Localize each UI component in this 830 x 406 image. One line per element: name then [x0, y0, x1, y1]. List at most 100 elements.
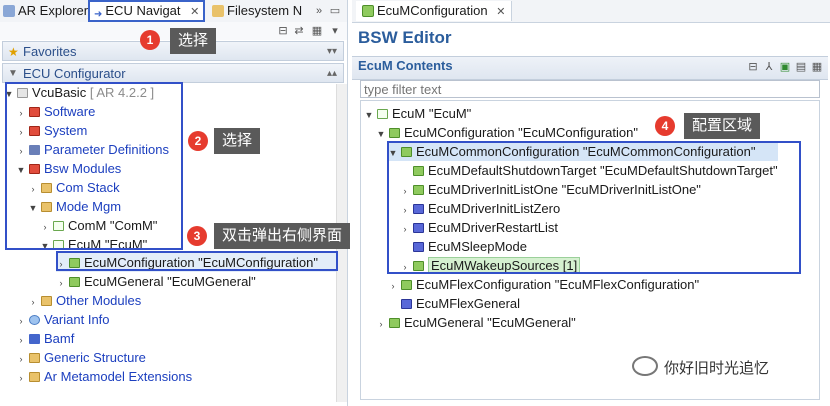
collapse-all-icon[interactable]: ⊟ [276, 24, 290, 38]
ar-explorer-icon [3, 5, 15, 17]
ecum-contents-title: EcuM Contents [358, 58, 453, 73]
tree-node-driver-init-list-one[interactable]: › EcuMDriverInitListOne "EcuMDriverInitLi… [400, 180, 701, 199]
bsw-editor-title: BSW Editor [358, 28, 452, 47]
star-icon: ★ [8, 45, 19, 59]
tree-node-vcubasic[interactable]: ▼ VcuBasic [ AR 4.2.2 ] [4, 83, 155, 102]
tree-node-sleep-mode[interactable]: EcuMSleepMode [400, 237, 527, 256]
filter-input[interactable] [360, 80, 820, 98]
expanded-icon: ▼ [4, 89, 14, 99]
ar-project-icon [17, 88, 28, 98]
annotation-badge-1: 1 [140, 30, 160, 50]
sort-icon[interactable]: ⅄ [762, 60, 776, 74]
watermark-text: 你好旧时光追忆 [664, 360, 770, 377]
container-icon [401, 280, 412, 290]
module-icon [377, 109, 388, 119]
tree-node-bsw-modules[interactable]: ▼ Bsw Modules [16, 159, 122, 178]
module-icon [53, 221, 64, 231]
tab-ar-explorer[interactable]: AR Explorer [3, 1, 88, 21]
tree-node-generic-structure[interactable]: › Generic Structure [16, 348, 146, 367]
tree-node-wakeup-sources[interactable]: › EcuMWakeupSources [1] [400, 256, 581, 275]
annotation-badge-4: 4 [655, 116, 675, 136]
annotation-tip-4: 配置区域 [684, 113, 761, 139]
expanded-icon: ▼ [40, 241, 50, 251]
annotation-badge-3: 3 [187, 226, 207, 246]
tree-node-system[interactable]: › System [16, 121, 88, 140]
software-icon [29, 107, 40, 117]
wechat-icon [632, 356, 658, 376]
chevron-down-icon: ▾▾ [326, 46, 337, 57]
tree-node-com-stack[interactable]: › Com Stack [28, 178, 120, 197]
tree-node-comm[interactable]: › ComM "ComM" [40, 216, 158, 235]
tree-node-ecum[interactable]: ▼ EcuM "EcuM" [40, 235, 148, 254]
container-icon [413, 185, 424, 195]
filter-icon[interactable]: ▤ [794, 60, 808, 74]
tree-node-default-shutdown-target[interactable]: EcuMDefaultShutdownTarget "EcuMDefaultSh… [400, 161, 778, 180]
tree-node-ecum-general[interactable]: › EcuMGeneral "EcuMGeneral" [376, 313, 576, 332]
tree-node-ecum-general[interactable]: › EcuMGeneral "EcuMGeneral" [56, 272, 256, 291]
annotation-tip-3: 双击弹出右侧界面 [214, 223, 351, 249]
tab-ecu-navigator[interactable]: ➜ ECU Navigat ✕ [88, 0, 206, 22]
tree-node-variant-info[interactable]: › Variant Info [16, 310, 110, 329]
tree-node-ecum-configuration[interactable]: › EcuMConfiguration "EcuMConfiguration" [56, 253, 336, 272]
folder-icon [29, 353, 40, 363]
tree-node-bamf[interactable]: › Bamf [16, 329, 75, 348]
container-icon [413, 261, 424, 271]
annotation-tip-1: 选择 [170, 28, 217, 54]
tree-node-ar-metamodel-extensions[interactable]: › Ar Metamodel Extensions [16, 367, 193, 386]
collapse-all-icon[interactable]: ⊟ [746, 60, 760, 74]
tab-ecum-configuration[interactable]: EcuMConfiguration ✕ [356, 1, 513, 21]
tree-node-driver-restart-list[interactable]: › EcuMDriverRestartList [400, 218, 559, 237]
container-def-icon [413, 204, 424, 214]
container-def-icon [413, 242, 424, 252]
editor-tab-bar: EcuMConfiguration ✕ [352, 0, 830, 23]
bamf-icon [29, 334, 40, 344]
link-editor-icon[interactable]: ⇄ [292, 24, 306, 38]
expanded-icon: ▼ [28, 203, 38, 213]
tree-node-flex-configuration[interactable]: › EcuMFlexConfiguration "EcuMFlexConfigur… [388, 275, 700, 294]
container-def-icon [413, 223, 424, 233]
view-menu-icon[interactable]: ▦ [310, 24, 324, 38]
container-icon [413, 166, 424, 176]
variant-info-icon [29, 315, 40, 325]
folder-icon [41, 202, 52, 212]
tree-node-ecum-common-configuration[interactable]: ▼ EcuMCommonConfiguration "EcuMCommonConf… [388, 142, 778, 161]
folder-icon [41, 183, 52, 193]
chevron-up-icon: ▴▴ [326, 68, 337, 79]
validate-icon[interactable]: ▣ [778, 60, 792, 74]
left-tab-bar: AR Explorer ➜ ECU Navigat ✕ Filesystem N … [0, 0, 347, 23]
container-icon [401, 147, 412, 157]
module-icon [53, 240, 64, 250]
tree-node-software[interactable]: › Software [16, 102, 96, 121]
container-icon [69, 258, 80, 268]
ecu-configurator-section[interactable]: ▼ ECU Configurator ▴▴ [2, 63, 344, 83]
annotation-badge-2: 2 [188, 131, 208, 151]
view-menu-chevron-icon[interactable]: » [312, 4, 326, 18]
filesystem-icon [212, 5, 224, 17]
tree-node-other-modules[interactable]: › Other Modules [28, 291, 142, 310]
tree-node-mode-mgm[interactable]: ▼ Mode Mgm [28, 197, 122, 216]
minimize-icon[interactable]: ▭ [328, 4, 342, 18]
tree-node-flex-general[interactable]: EcuMFlexGeneral [388, 294, 520, 313]
dropdown-icon[interactable]: ▾ [328, 24, 342, 38]
expanded-icon: ▼ [16, 165, 26, 175]
expanded-icon: ▼ [388, 148, 398, 158]
parameter-definitions-icon [29, 145, 40, 155]
collapsed-icon: › [379, 319, 383, 329]
chevron-down-icon: ▼ [8, 68, 18, 79]
annotation-tip-2: 选择 [214, 128, 261, 154]
tab-filesystem-navigator[interactable]: Filesystem N [212, 1, 302, 21]
container-icon [389, 318, 400, 328]
close-icon[interactable]: ✕ [190, 6, 199, 18]
collapsed-icon: › [19, 373, 23, 383]
menu-icon[interactable]: ▦ [810, 60, 824, 74]
close-icon[interactable]: ✕ [496, 6, 505, 18]
expanded-icon: ▼ [364, 110, 374, 120]
tree-node-driver-init-list-zero[interactable]: › EcuMDriverInitListZero [400, 199, 561, 218]
container-def-icon [401, 299, 412, 309]
tree-node-ecum[interactable]: ▼ EcuM "EcuM" [364, 104, 472, 123]
tree-node-parameter-definitions[interactable]: › Parameter Definitions [16, 140, 170, 159]
system-icon [29, 126, 40, 136]
folder-icon [41, 296, 52, 306]
ecu-navigator-icon: ➜ [94, 9, 103, 20]
tree-node-ecum-configuration[interactable]: ▼ EcuMConfiguration "EcuMConfiguration" [376, 123, 638, 142]
